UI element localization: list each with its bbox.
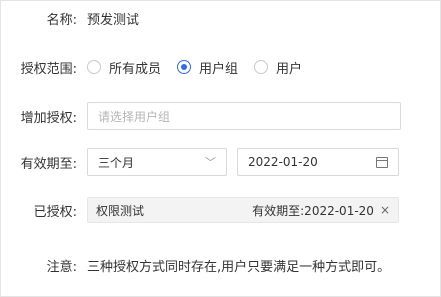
tag-expiry: 有效期至:2022-01-20 xyxy=(252,203,374,218)
user-group-select[interactable]: 请选择用户组 xyxy=(87,102,401,130)
radio-user-group[interactable]: 用户组 xyxy=(177,58,238,77)
name-value: 预发测试 xyxy=(87,12,140,28)
radio-circle xyxy=(254,60,269,74)
add-row: 增加授权: 请选择用户组 xyxy=(1,101,440,131)
radio-label: 所有成员 xyxy=(109,61,162,77)
granted-label: 已授权: xyxy=(33,204,77,220)
note-text: 三种授权方式同时存在,用户只要满足一种方式即可。 xyxy=(87,259,391,275)
granted-row: 已授权: 权限测试 有效期至:2022-01-20 × xyxy=(1,195,440,225)
date-value: 2022-01-20 xyxy=(248,155,318,169)
radio-user[interactable]: 用户 xyxy=(254,58,302,77)
calendar-icon xyxy=(376,156,388,168)
add-label: 增加授权: xyxy=(20,110,77,126)
validity-label: 有效期至: xyxy=(20,156,77,172)
user-group-placeholder: 请选择用户组 xyxy=(98,109,171,124)
chevron-down-icon: ﹀ xyxy=(205,156,216,169)
note-row: 注意: 三种授权方式同时存在,用户只要满足一种方式即可。 xyxy=(1,250,440,280)
granted-tag: 权限测试 有效期至:2022-01-20 × xyxy=(87,197,399,223)
radio-circle xyxy=(177,60,192,74)
radio-label: 用户组 xyxy=(199,61,239,77)
radio-label: 用户 xyxy=(276,61,303,77)
name-row: 名称: 预发测试 xyxy=(1,3,440,33)
tag-right: 有效期至:2022-01-20 × xyxy=(252,202,390,219)
close-icon[interactable]: × xyxy=(380,203,390,217)
date-picker[interactable]: 2022-01-20 xyxy=(237,148,399,176)
scope-row: 授权范围: 所有成员 用户组 用户 xyxy=(1,52,440,82)
radio-all-members[interactable]: 所有成员 xyxy=(87,58,161,77)
validity-row: 有效期至: 三个月 ﹀ 2022-01-20 xyxy=(1,147,440,177)
scope-radio-group: 所有成员 用户组 用户 xyxy=(87,58,318,77)
name-label: 名称: xyxy=(46,12,77,28)
tag-name: 权限测试 xyxy=(96,203,145,218)
radio-circle xyxy=(87,60,101,74)
authorization-form: 名称: 预发测试 授权范围: 所有成员 用户组 用户 增加授权: 请选择用户组 xyxy=(0,0,441,297)
scope-label: 授权范围: xyxy=(20,61,77,77)
duration-select[interactable]: 三个月 ﹀ xyxy=(87,148,227,176)
note-label: 注意: xyxy=(46,259,77,275)
duration-value: 三个月 xyxy=(98,155,135,170)
